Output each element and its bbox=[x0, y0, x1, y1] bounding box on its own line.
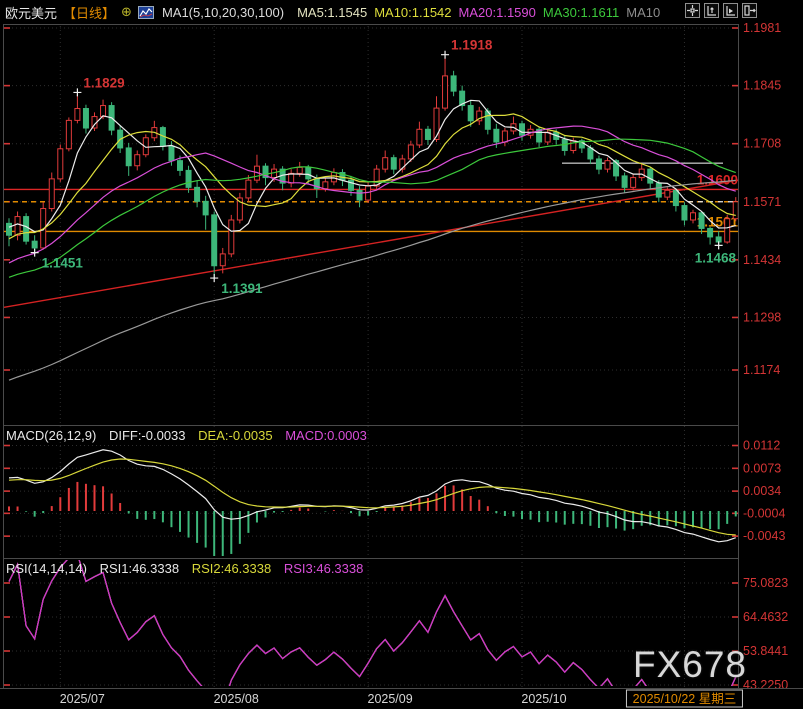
svg-text:2025/09: 2025/09 bbox=[368, 692, 413, 706]
macd-macd-value: MACD:0.0003 bbox=[285, 428, 367, 443]
fx678-watermark: FX678 bbox=[633, 644, 747, 686]
svg-text:1.1451: 1.1451 bbox=[42, 256, 84, 271]
svg-text:1.1434: 1.1434 bbox=[743, 253, 781, 267]
rsi3-value: RSI3:46.3338 bbox=[284, 561, 364, 576]
macd-diff-value: DIFF:-0.0033 bbox=[109, 428, 186, 443]
svg-text:2025/07: 2025/07 bbox=[60, 692, 105, 706]
chart-canvas[interactable]: 1.1981 1.1845 1.1708 1.1571 1.1434 1.1298 1.11… bbox=[0, 0, 803, 709]
svg-text:0.0112: 0.0112 bbox=[743, 439, 780, 453]
svg-text:1.1918: 1.1918 bbox=[451, 38, 493, 53]
svg-text:53.8441: 53.8441 bbox=[743, 644, 788, 658]
svg-text:1.1829: 1.1829 bbox=[83, 75, 124, 90]
svg-text:1.1468: 1.1468 bbox=[695, 250, 737, 265]
svg-text:43.2250: 43.2250 bbox=[743, 678, 788, 692]
rsi-params: RSI(14,14,14) bbox=[6, 561, 87, 576]
macd-indicator-label[interactable]: MACD(26,12,9) DIFF:-0.0033 DEA:-0.0035 M… bbox=[6, 428, 376, 443]
macd-dea-value: DEA:-0.0035 bbox=[198, 428, 272, 443]
rsi1-value: RSI1:46.3338 bbox=[100, 561, 180, 576]
svg-text:64.4632: 64.4632 bbox=[743, 610, 788, 624]
rsi2-value: RSI2:46.3338 bbox=[192, 561, 272, 576]
svg-text:75.0823: 75.0823 bbox=[743, 576, 788, 590]
svg-text:1.1571: 1.1571 bbox=[743, 195, 781, 209]
svg-text:1.1981: 1.1981 bbox=[743, 21, 781, 35]
chart-window: 欧元美元 【日线】 ⊕ MA1(5,10,20,30,100) MA5:1.15… bbox=[0, 0, 803, 709]
svg-text:2025/10/22 星期三: 2025/10/22 星期三 bbox=[633, 692, 737, 706]
svg-text:1.1391: 1.1391 bbox=[221, 281, 263, 296]
svg-text:1.1708: 1.1708 bbox=[743, 137, 781, 151]
rsi-indicator-label[interactable]: RSI(14,14,14) RSI1:46.3338 RSI2:46.3338 … bbox=[6, 561, 372, 576]
svg-text:2025/10: 2025/10 bbox=[521, 692, 566, 706]
macd-params: MACD(26,12,9) bbox=[6, 428, 96, 443]
svg-text:1.1174: 1.1174 bbox=[743, 363, 780, 377]
svg-text:1.1845: 1.1845 bbox=[743, 79, 781, 93]
svg-text:0.0073: 0.0073 bbox=[743, 461, 781, 475]
svg-text:-0.0004: -0.0004 bbox=[743, 506, 785, 520]
svg-text:1.1298: 1.1298 bbox=[743, 310, 781, 324]
svg-text:2025/08: 2025/08 bbox=[214, 692, 259, 706]
svg-text:-0.0043: -0.0043 bbox=[743, 529, 785, 543]
svg-text:0.0034: 0.0034 bbox=[743, 484, 781, 498]
